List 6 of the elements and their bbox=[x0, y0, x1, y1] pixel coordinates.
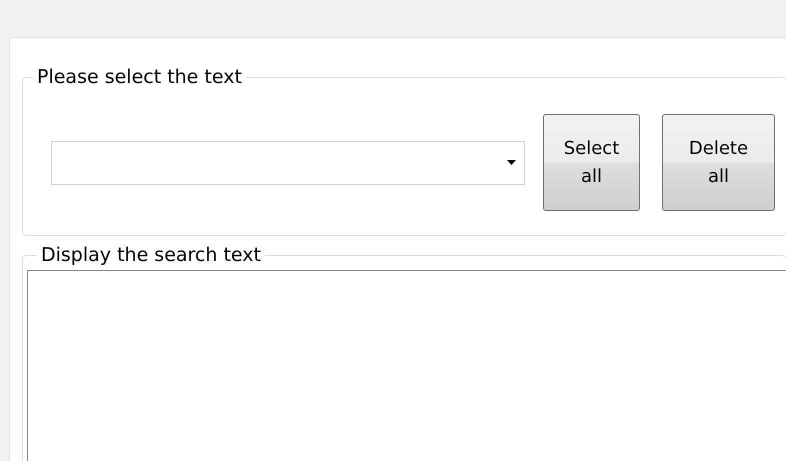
caret-icon bbox=[507, 160, 516, 165]
text-dropdown[interactable] bbox=[51, 140, 525, 184]
action-button[interactable]: Delete all bbox=[662, 114, 775, 211]
group-title: Please select the text bbox=[36, 66, 243, 88]
group-title: Display the search text bbox=[40, 244, 262, 266]
action-button[interactable]: Select all bbox=[543, 114, 640, 211]
